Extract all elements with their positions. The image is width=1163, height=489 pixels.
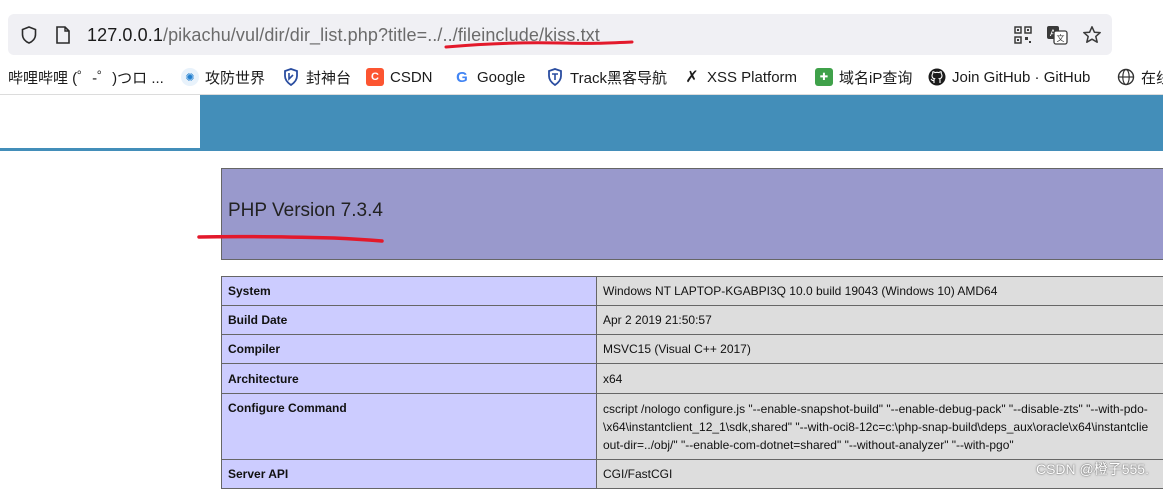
bookmark-xss-platform[interactable]: ✗ XSS Platform (683, 65, 797, 89)
adworld-icon: ✺ (181, 68, 199, 86)
browser-toolbar: 127.0.0.1/pikachu/vul/dir/dir_list.php?t… (0, 0, 1163, 60)
shield-icon[interactable] (18, 24, 40, 46)
svg-text:文: 文 (1057, 33, 1065, 43)
github-icon (928, 68, 946, 86)
bookmark-label: Join GitHub · GitHub (952, 69, 1090, 86)
bookmarks-bar: 哔哩哔哩 (゜-゜)つロ ... ✺ 攻防世界 封神台 C CSDN G Goo… (0, 60, 1163, 95)
bookmark-google[interactable]: G Google (453, 65, 525, 89)
bookmark-csdn[interactable]: C CSDN (366, 65, 433, 89)
bookmark-adworld[interactable]: ✺ 攻防世界 (181, 65, 265, 89)
configure-line: \x64\instantclient_12_1\sdk,shared" "--w… (603, 418, 1163, 436)
bookmark-label: Track黑客导航 (570, 67, 667, 88)
xss-icon: ✗ (683, 68, 701, 86)
bookmark-label: 在线 (1141, 67, 1163, 88)
bookmark-domain-ip[interactable]: ✚ 域名iP查询 (815, 65, 912, 89)
page-icon[interactable] (52, 24, 74, 46)
bookmark-github[interactable]: Join GitHub · GitHub (928, 65, 1090, 89)
table-row: Compiler MSVC15 (Visual C++ 2017) (222, 335, 1163, 364)
url-path: /pikachu/vul/dir/dir_list.php?title=../.… (163, 25, 600, 45)
row-key: System (222, 277, 597, 306)
url-host: 127.0.0.1 (87, 25, 163, 45)
configure-line: out-dir=../obj/" "--enable-com-dotnet=sh… (603, 436, 1163, 454)
address-bar[interactable]: 127.0.0.1/pikachu/vul/dir/dir_list.php?t… (8, 14, 1112, 55)
bookmark-fengshentai[interactable]: 封神台 (282, 65, 351, 89)
bookmark-online[interactable]: 在线 (1117, 65, 1163, 89)
row-value-multiline: cscript /nologo configure.js "--enable-s… (597, 394, 1163, 460)
bookmark-label: 哔哩哔哩 (゜-゜)つロ ... (8, 67, 164, 88)
domain-icon: ✚ (815, 68, 833, 86)
configure-line: cscript /nologo configure.js "--enable-s… (603, 400, 1163, 418)
url-text[interactable]: 127.0.0.1/pikachu/vul/dir/dir_list.php?t… (87, 24, 600, 46)
translate-icon[interactable]: A文 (1046, 24, 1068, 46)
bookmark-bilibili[interactable]: 哔哩哔哩 (゜-゜)つロ ... (8, 65, 164, 89)
table-row: System Windows NT LAPTOP-KGABPI3Q 10.0 b… (222, 277, 1163, 306)
bookmark-star-icon[interactable] (1081, 24, 1103, 46)
shield-icon (282, 68, 300, 86)
row-value: x64 (597, 364, 1163, 394)
table-row: Server API CGI/FastCGI (222, 460, 1163, 489)
page-logo-area (0, 95, 200, 148)
watermark: CSDN @橙子555. (1036, 459, 1149, 479)
google-icon: G (453, 68, 471, 86)
page-header-banner (200, 95, 1163, 148)
row-key: Architecture (222, 364, 597, 394)
table-row: Architecture x64 (222, 364, 1163, 394)
table-row: Configure Command cscript /nologo config… (222, 394, 1163, 460)
row-key: Compiler (222, 335, 597, 364)
bookmark-label: CSDN (390, 69, 433, 86)
row-key: Configure Command (222, 394, 597, 460)
bookmark-label: XSS Platform (707, 69, 797, 86)
header-divider (0, 148, 1163, 151)
bookmark-label: 攻防世界 (205, 67, 265, 88)
row-key: Build Date (222, 306, 597, 335)
csdn-icon: C (366, 68, 384, 86)
track-icon (546, 68, 564, 86)
table-row: Build Date Apr 2 2019 21:50:57 (222, 306, 1163, 335)
row-value: MSVC15 (Visual C++ 2017) (597, 335, 1163, 364)
qr-code-icon[interactable] (1012, 24, 1034, 46)
row-key: Server API (222, 460, 597, 489)
phpinfo-table: System Windows NT LAPTOP-KGABPI3Q 10.0 b… (221, 276, 1163, 489)
phpinfo-header: PHP Version 7.3.4 (221, 168, 1163, 260)
row-value: Apr 2 2019 21:50:57 (597, 306, 1163, 335)
globe-icon (1117, 68, 1135, 86)
bookmark-label: 封神台 (306, 67, 351, 88)
page-title: PHP Version 7.3.4 (228, 200, 383, 222)
bookmark-track[interactable]: Track黑客导航 (546, 65, 667, 89)
bookmark-label: 域名iP查询 (839, 67, 912, 88)
row-value: Windows NT LAPTOP-KGABPI3Q 10.0 build 19… (597, 277, 1163, 306)
bookmark-label: Google (477, 69, 525, 86)
